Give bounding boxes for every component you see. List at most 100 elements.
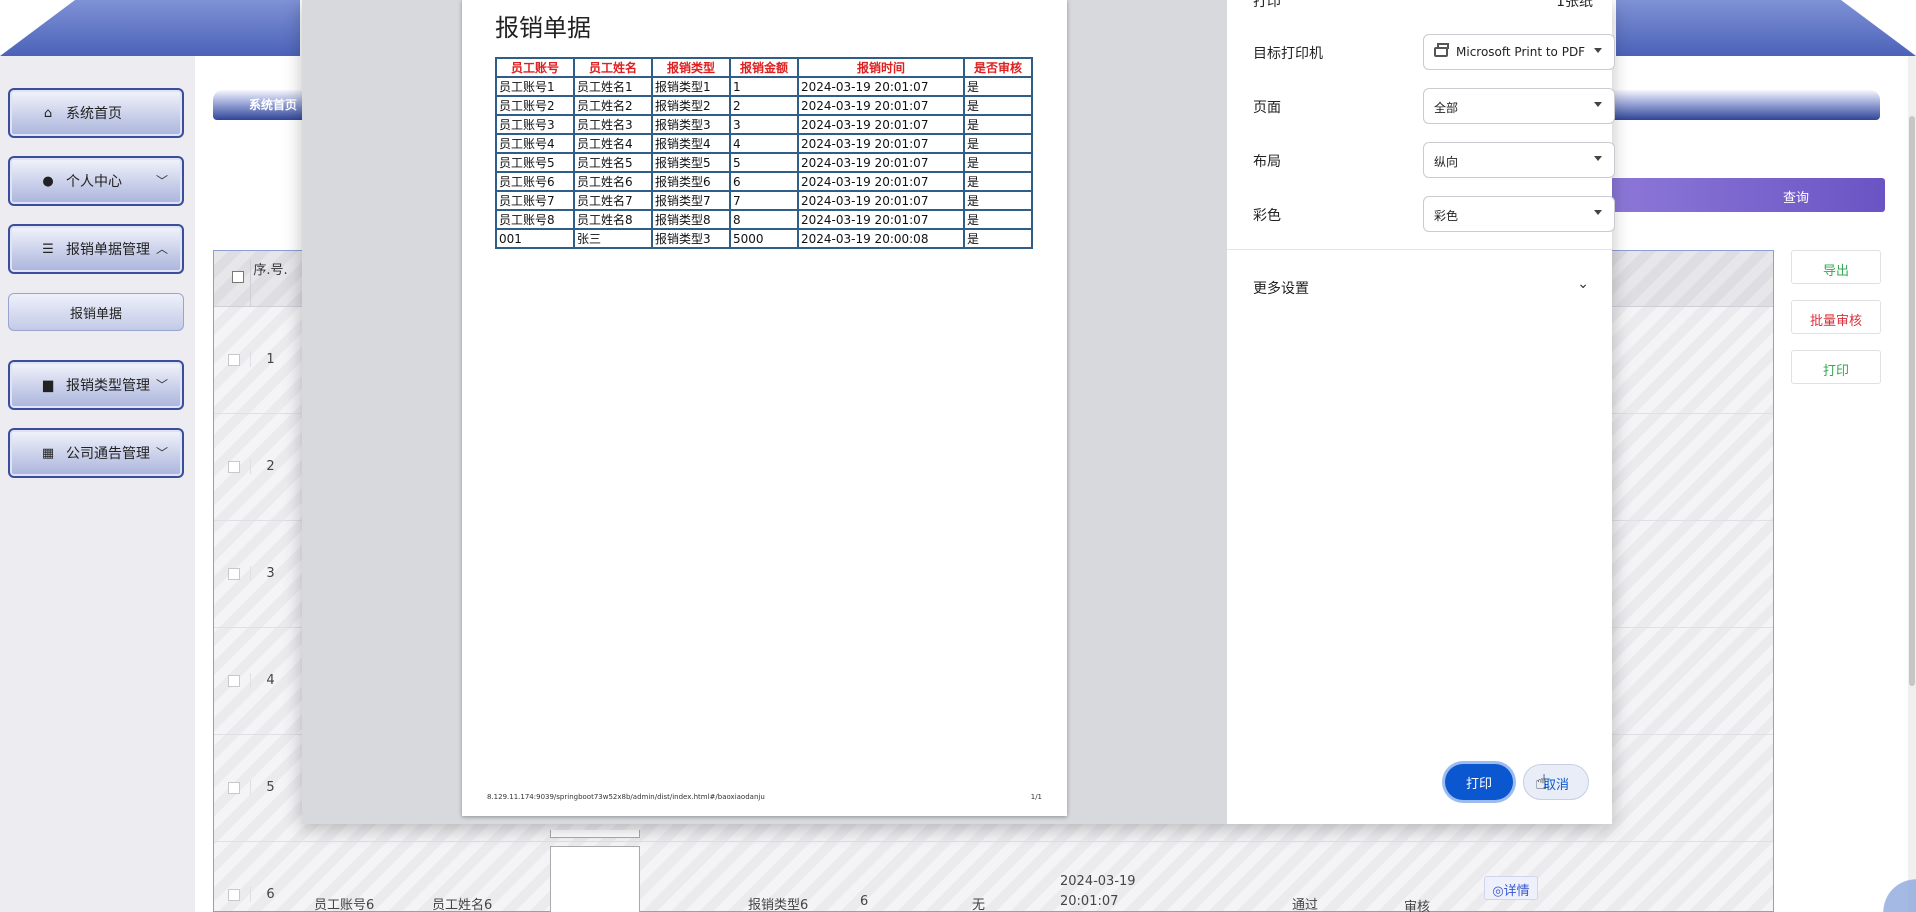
- print-button[interactable]: 打印: [1791, 350, 1881, 384]
- chevron-down-icon: ⌄: [1577, 276, 1589, 292]
- cell-expense-amount: 2: [729, 95, 799, 116]
- chevron-down-icon: ﹀: [155, 378, 168, 392]
- cell-expense-time: 2024-03-19 20:01:07: [797, 209, 965, 230]
- dropdown-caret-icon: [1594, 156, 1602, 161]
- sidebar-item-announcement-management[interactable]: ▦ 公司通告管理 ﹀: [8, 428, 184, 478]
- cell-employee-account: 员工账号5: [495, 152, 575, 173]
- settings-divider: [1227, 249, 1612, 250]
- header-employee-name: 员工姓名: [573, 57, 653, 78]
- row-checkbox[interactable]: [228, 889, 240, 901]
- destination-label: 目标打印机: [1253, 46, 1323, 62]
- cell-employee-name: 员工姓名1: [573, 76, 653, 97]
- sidebar-item-label: 公司通告管理: [66, 446, 150, 462]
- sidebar-item-expense-type-management[interactable]: ▆ 报销类型管理 ﹀: [8, 360, 184, 410]
- cell-expense-amount: 5000: [729, 228, 799, 249]
- pages-row: 页面 全部: [1253, 88, 1615, 124]
- page-scrollbar-thumb[interactable]: [1909, 116, 1915, 686]
- color-row: 彩色 彩色: [1253, 196, 1615, 232]
- cell-expense-type: 报销类型6: [651, 171, 731, 192]
- document-table-header: 员工账号 员工姓名 报销类型 报销金额 报销时间 是否审核: [495, 57, 1033, 78]
- page-scrollbar[interactable]: [1908, 56, 1916, 912]
- document-title: 报销单据: [495, 14, 591, 42]
- row-checkbox[interactable]: [228, 354, 240, 366]
- table-row: 6 员工账号6 员工姓名6 报销类型6 6 无 2024-03-19 20:01…: [214, 830, 1773, 912]
- document-table-row: 员工账号6 员工姓名6 报销类型6 6 2024-03-19 20:01:07 是: [495, 171, 1033, 192]
- sidebar-item-home[interactable]: ⌂ 系统首页: [8, 88, 184, 138]
- cell-employee-account: 员工账号8: [495, 209, 575, 230]
- dropdown-caret-icon: [1594, 48, 1602, 53]
- hand-cursor-icon: ☝: [1535, 770, 1548, 794]
- document-table-row: 员工账号2 员工姓名2 报销类型2 2 2024-03-19 20:01:07 是: [495, 95, 1033, 116]
- header-expense-type: 报销类型: [651, 57, 731, 78]
- sidebar-item-label: 系统首页: [66, 106, 122, 122]
- cell-expense-time: 2024-03-19 20:01:07: [797, 190, 965, 211]
- query-button-label: 查询: [1782, 191, 1809, 206]
- print-summary-cut: 打印 1张纸: [1253, 0, 1593, 11]
- row-checkbox[interactable]: [228, 568, 240, 580]
- cell-expense-time: 2024-03-19 20:00:08: [797, 228, 965, 249]
- more-settings-toggle[interactable]: 更多设置 ⌄: [1253, 276, 1589, 298]
- corner-decoration: [1846, 872, 1916, 912]
- cell-employee-name: 员工姓名5: [573, 152, 653, 173]
- footer-url: 8.129.11.174:9039/springboot73w52x8b/adm…: [487, 793, 765, 801]
- monitor-icon: ▆: [43, 377, 53, 393]
- destination-row: 目标打印机 Microsoft Print to PDF: [1253, 34, 1615, 70]
- cell-expense-amount: 7: [729, 190, 799, 211]
- row-checkbox[interactable]: [228, 675, 240, 687]
- dropdown-caret-icon: [1594, 102, 1602, 107]
- row-number: 4: [250, 673, 290, 688]
- sidebar-subitem-expense-documents[interactable]: 报销单据: [8, 293, 184, 331]
- destination-select[interactable]: Microsoft Print to PDF: [1423, 34, 1615, 70]
- cell-employee-account: 001: [495, 228, 575, 249]
- print-cancel-button[interactable]: 取消: [1523, 764, 1589, 800]
- row-number: 6: [250, 887, 290, 902]
- row-checkbox[interactable]: [228, 461, 240, 473]
- audit-link[interactable]: 审核: [1404, 896, 1430, 912]
- chevron-down-icon: ﹀: [155, 446, 168, 460]
- header-employee-account: 员工账号: [495, 57, 575, 78]
- sidebar-item-expense-management[interactable]: ☰ 报销单据管理 ︿: [8, 224, 184, 274]
- sidebar-item-label: 个人中心: [66, 174, 122, 190]
- color-label: 彩色: [1253, 208, 1281, 224]
- select-all-checkbox[interactable]: [232, 271, 244, 283]
- chevron-down-icon: ﹀: [155, 174, 168, 188]
- export-button[interactable]: 导出: [1791, 250, 1881, 284]
- cell-audited: 是: [963, 76, 1033, 97]
- row-checkbox[interactable]: [228, 782, 240, 794]
- header-expense-time: 报销时间: [797, 57, 965, 78]
- query-button[interactable]: 查询: [1595, 178, 1885, 212]
- row-number: 5: [250, 780, 290, 795]
- cell-employee-name: 员工姓名7: [573, 190, 653, 211]
- cell-expense-type: 报销类型2: [651, 95, 731, 116]
- color-value: 彩色: [1434, 209, 1459, 223]
- batch-audit-button[interactable]: 批量审核: [1791, 300, 1881, 334]
- cell-employee-account: 员工账号3: [495, 114, 575, 135]
- cell-expense-time: 2024-03-19 20:01:07: [1060, 874, 1136, 909]
- cell-employee-account: 员工账号7: [495, 190, 575, 211]
- cell-audited: 是: [963, 114, 1033, 135]
- cell-expense-time: 2024-03-19 20:01:07: [797, 114, 965, 135]
- cell-expense-amount: 8: [729, 209, 799, 230]
- print-preview-area: 报销单据 员工账号 员工姓名 报销类型 报销金额 报销时间 是否审核 员工账号1…: [302, 0, 1227, 824]
- row-number: 1: [250, 352, 290, 367]
- cell-expense-type: 报销类型5: [651, 152, 731, 173]
- home-icon: ⌂: [43, 105, 53, 121]
- cell-audited: 是: [963, 190, 1033, 211]
- sidebar-item-personal-center[interactable]: ● 个人中心 ﹀: [8, 156, 184, 206]
- pages-select[interactable]: 全部: [1423, 88, 1615, 124]
- cell-employee-name: 员工姓名6: [573, 171, 653, 192]
- detail-button[interactable]: ◎详情: [1484, 876, 1538, 900]
- print-confirm-button[interactable]: 打印: [1445, 764, 1513, 800]
- banner-decoration-right: [1616, 0, 1916, 56]
- cell-audited: 是: [963, 209, 1033, 230]
- breadcrumb-home[interactable]: 系统首页: [249, 98, 297, 112]
- cell-audited: 是: [963, 95, 1033, 116]
- layout-select[interactable]: 纵向: [1423, 142, 1615, 178]
- color-select[interactable]: 彩色: [1423, 196, 1615, 232]
- document-table-row: 员工账号4 员工姓名4 报销类型4 4 2024-03-19 20:01:07 是: [495, 133, 1033, 154]
- document-table-row: 员工账号7 员工姓名7 报销类型7 7 2024-03-19 20:01:07 是: [495, 190, 1033, 211]
- cell-expense-type: 报销类型1: [651, 76, 731, 97]
- layout-label: 布局: [1253, 154, 1281, 170]
- printer-icon: [1434, 43, 1449, 57]
- cell-employee-account: 员工账号1: [495, 76, 575, 97]
